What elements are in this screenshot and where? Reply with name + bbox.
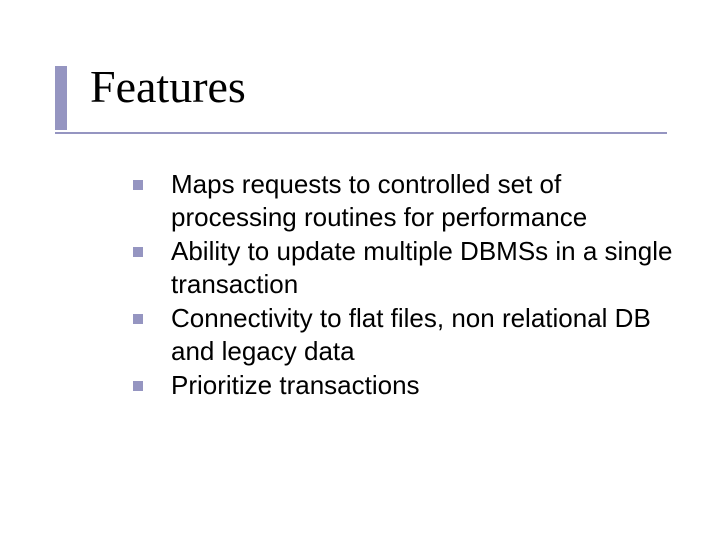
square-bullet-icon [133,381,143,391]
bullet-list: Maps requests to controlled set of proce… [133,168,678,404]
list-item-text: Prioritize transactions [171,370,420,400]
square-bullet-icon [133,180,143,190]
list-item: Ability to update multiple DBMSs in a si… [133,235,678,300]
slide-title: Features [90,60,246,113]
title-underline [55,132,667,134]
list-item-text: Connectivity to flat files, non relation… [171,303,651,366]
slide: Features Maps requests to controlled set… [0,0,720,540]
list-item: Maps requests to controlled set of proce… [133,168,678,233]
list-item: Connectivity to flat files, non relation… [133,302,678,367]
square-bullet-icon [133,247,143,257]
square-bullet-icon [133,314,143,324]
list-item-text: Ability to update multiple DBMSs in a si… [171,236,672,299]
list-item: Prioritize transactions [133,369,678,402]
title-accent-bar [55,66,67,130]
list-item-text: Maps requests to controlled set of proce… [171,169,587,232]
